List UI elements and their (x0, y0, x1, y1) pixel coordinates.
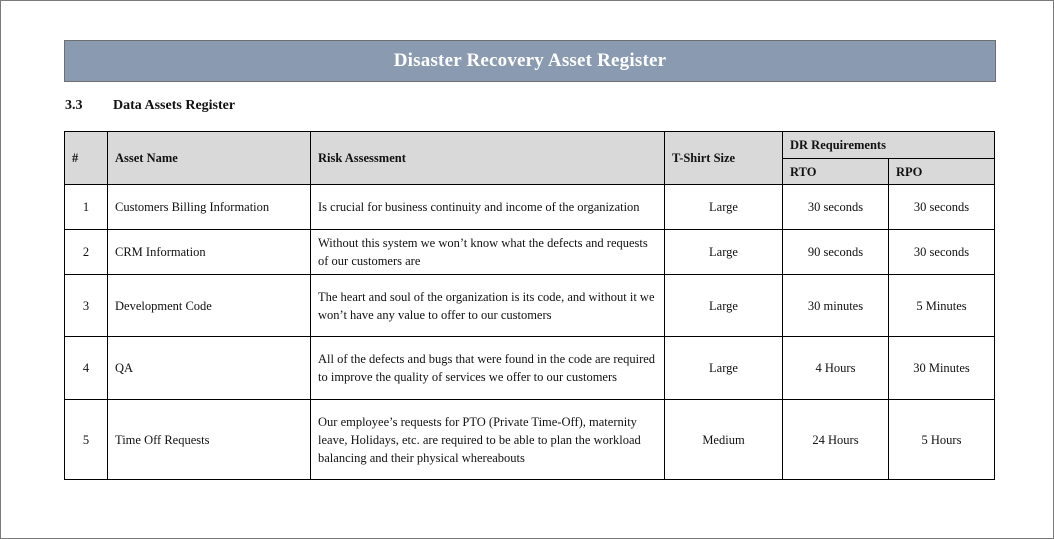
section-number: 3.3 (65, 98, 83, 113)
document-title: Disaster Recovery Asset Register (393, 50, 667, 71)
header-rto: RTO (782, 158, 889, 185)
cell-tshirt-size: Large (664, 274, 783, 337)
table-row: 3 Development Code The heart and soul of… (64, 274, 996, 337)
cell-number: 4 (64, 336, 108, 400)
cell-risk-assessment: Our employee’s requests for PTO (Private… (310, 399, 665, 480)
header-asset-name: Asset Name (107, 131, 311, 185)
cell-risk-assessment: Is crucial for business continuity and i… (310, 184, 665, 230)
cell-rpo: 5 Minutes (887, 274, 996, 337)
cell-asset-name: CRM Information (107, 229, 311, 275)
cell-rpo: 30 seconds (887, 184, 996, 230)
section-title: Data Assets Register (113, 98, 236, 113)
header-dr-requirements: DR Requirements (781, 131, 996, 159)
table-row: 2 CRM Information Without this system we… (64, 229, 996, 275)
cell-risk-assessment: All of the defects and bugs that were fo… (310, 336, 665, 400)
cell-risk-assessment: The heart and soul of the organization i… (310, 274, 665, 337)
cell-number: 2 (64, 229, 108, 275)
cell-tshirt-size: Large (664, 336, 783, 400)
cell-asset-name: Development Code (107, 274, 311, 337)
header-rpo: RPO (887, 158, 996, 185)
cell-number: 5 (64, 399, 108, 480)
cell-number: 3 (64, 274, 108, 337)
header-tshirt-size: T-Shirt Size (664, 131, 783, 185)
header-risk-assessment: Risk Assessment (310, 131, 665, 185)
cell-rto: 30 minutes (782, 274, 889, 337)
cell-tshirt-size: Large (664, 184, 783, 230)
header-number: # (64, 131, 108, 185)
cell-number: 1 (64, 184, 108, 230)
cell-tshirt-size: Large (664, 229, 783, 275)
cell-rto: 90 seconds (782, 229, 889, 275)
cell-asset-name: Customers Billing Information (107, 184, 311, 230)
table-header-row: # Asset Name Risk Assessment T-Shirt Siz… (64, 131, 996, 185)
cell-rto: 4 Hours (782, 336, 889, 400)
table-row: 5 Time Off Requests Our employee’s reque… (64, 399, 996, 480)
document-page: Disaster Recovery Asset Register 3.3 Dat… (0, 0, 1054, 539)
cell-rpo: 30 Minutes (887, 336, 996, 400)
data-assets-table: # Asset Name Risk Assessment T-Shirt Siz… (64, 131, 996, 480)
cell-asset-name: Time Off Requests (107, 399, 311, 480)
cell-rpo: 30 seconds (887, 229, 996, 275)
section-heading: 3.3 Data Assets Register (65, 98, 235, 114)
cell-rto: 24 Hours (782, 399, 889, 480)
table-row: 4 QA All of the defects and bugs that we… (64, 336, 996, 400)
cell-asset-name: QA (107, 336, 311, 400)
cell-risk-assessment: Without this system we won’t know what t… (310, 229, 665, 275)
cell-rto: 30 seconds (782, 184, 889, 230)
title-banner: Disaster Recovery Asset Register (64, 40, 996, 82)
cell-rpo: 5 Hours (887, 399, 996, 480)
table-row: 1 Customers Billing Information Is cruci… (64, 184, 996, 230)
cell-tshirt-size: Medium (664, 399, 783, 480)
